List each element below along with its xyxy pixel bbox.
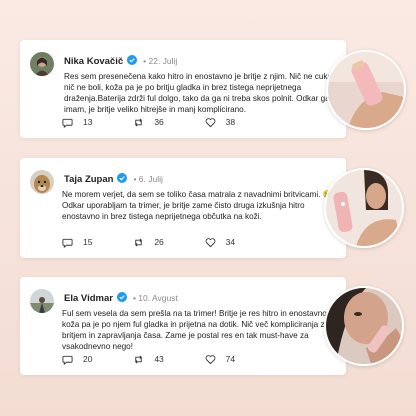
verified-badge-icon <box>117 173 128 183</box>
repost-icon <box>135 355 143 363</box>
post-date: • 6. Julij <box>133 174 163 184</box>
post-text: Ful sem vesela da sem prešla na ta trime… <box>62 309 330 351</box>
comment-icon <box>62 238 73 248</box>
verified-badge-icon <box>116 292 127 302</box>
product-photo <box>324 286 404 366</box>
like-count: 38 <box>225 117 236 127</box>
comment-icon <box>62 355 73 365</box>
comment-icon <box>62 118 73 128</box>
post-date: • 22. Julij <box>143 56 178 66</box>
comment-count: 20 <box>83 354 93 364</box>
comment-button[interactable]: 15 <box>62 236 133 248</box>
heart-icon <box>205 237 216 247</box>
post-date-text: 10. Avgust <box>138 293 178 303</box>
repost-button[interactable]: 43 <box>133 353 204 365</box>
author-name[interactable]: Nika Kovačič <box>64 56 123 67</box>
avatar[interactable] <box>30 52 54 76</box>
heart-icon <box>205 117 216 127</box>
like-button[interactable]: 34 <box>205 236 276 248</box>
repost-button[interactable]: 36 <box>133 116 204 128</box>
verified-badge-icon <box>127 55 138 65</box>
repost-count: 26 <box>154 237 164 247</box>
repost-count: 36 <box>154 117 164 127</box>
post-actions: 15 26 34 <box>62 236 276 248</box>
repost-icon <box>135 118 143 126</box>
repost-count: 43 <box>154 354 164 364</box>
avatar[interactable] <box>30 170 54 194</box>
avatar[interactable] <box>30 289 54 313</box>
repost-button[interactable]: 26 <box>133 236 204 248</box>
like-count: 74 <box>225 354 236 364</box>
comment-button[interactable]: 13 <box>62 116 133 128</box>
post-date: • 10. Avgust <box>132 293 178 303</box>
repost-icon <box>135 238 143 246</box>
author-line: Ela Vidmar • 10. Avgust <box>64 292 178 304</box>
like-count: 34 <box>225 237 236 247</box>
author-name[interactable]: Taja Zupan <box>64 174 113 185</box>
post-date-text: 6. Julij <box>138 174 163 184</box>
comment-count: 15 <box>83 237 93 247</box>
comment-button[interactable]: 20 <box>62 353 133 365</box>
post-actions: 20 43 74 <box>62 353 276 365</box>
post-actions: 13 36 38 <box>62 116 276 128</box>
product-photo <box>324 168 404 248</box>
post-text: Ne morem verjet, da sem se toliko časa m… <box>62 190 333 221</box>
post-card[interactable]: Ela Vidmar • 10. Avgust Ful sem vesela da… <box>20 277 346 375</box>
post-text: Res sem presenečena kako hitro in enosta… <box>64 72 333 114</box>
post-date-text: 22. Julij <box>148 56 178 66</box>
author-name[interactable]: Ela Vidmar <box>64 293 113 304</box>
author-line: Taja Zupan • 6. Julij <box>64 173 163 185</box>
author-line: Nika Kovačič • 22. Julij <box>64 55 177 67</box>
heart-icon <box>205 354 216 364</box>
like-button[interactable]: 74 <box>205 353 276 365</box>
like-button[interactable]: 38 <box>205 116 276 128</box>
post-card[interactable]: Nika Kovačič • 22. Julij Res sem preseneč… <box>20 40 346 138</box>
product-photo <box>326 50 406 130</box>
post-card[interactable]: Taja Zupan • 6. Julij Ne morem verjet, da… <box>20 158 346 258</box>
comment-count: 13 <box>83 117 93 127</box>
